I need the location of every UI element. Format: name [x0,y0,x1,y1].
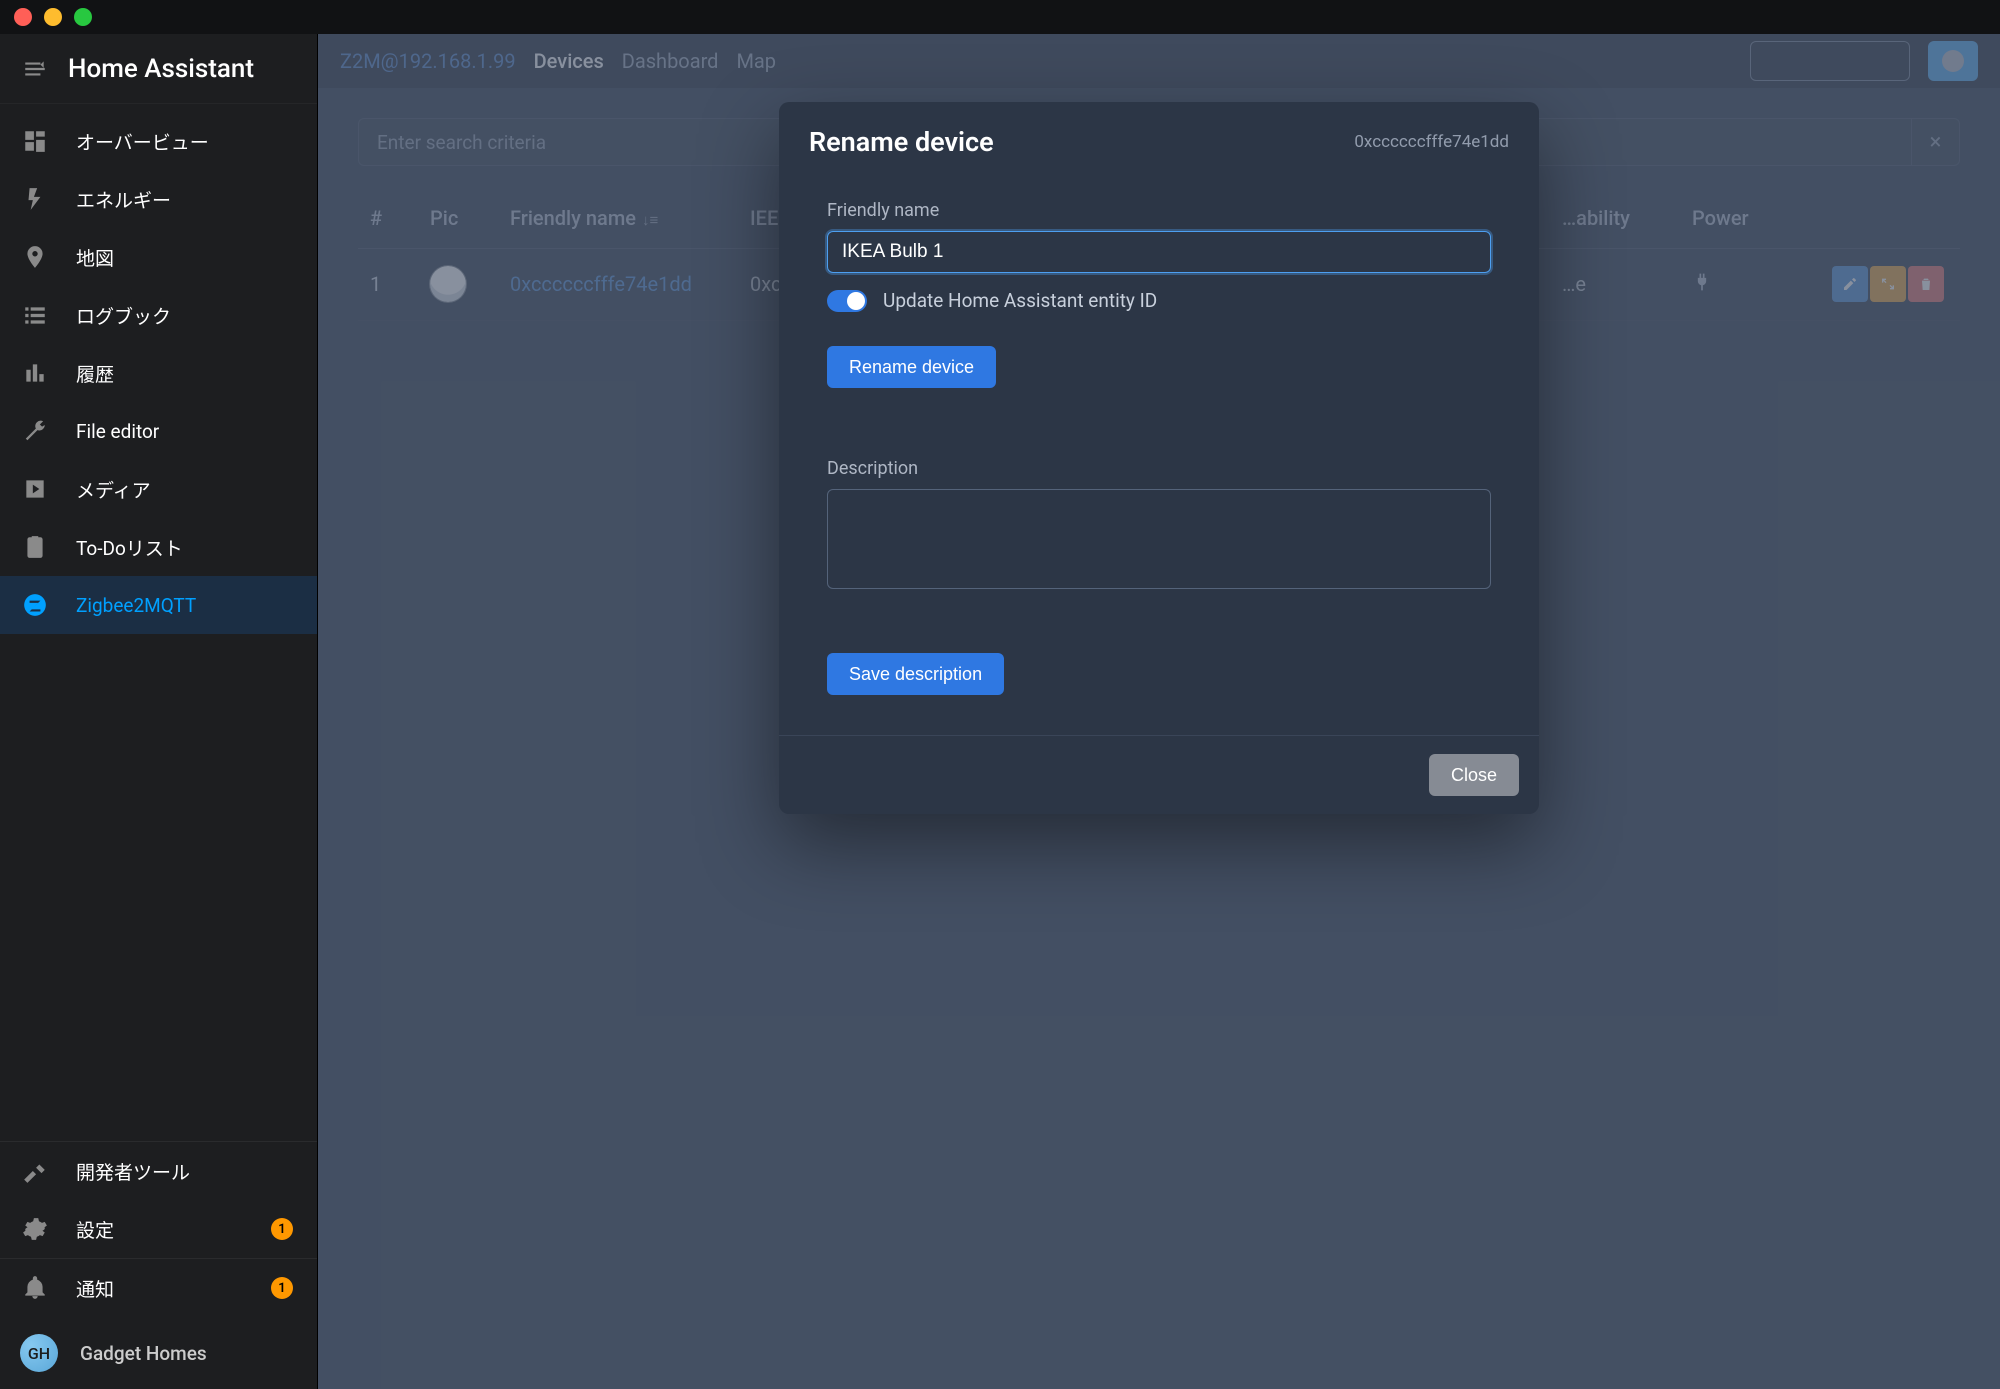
sidebar-item-history[interactable]: 履歴 [0,344,317,402]
avatar: GH [20,1334,58,1372]
main: Z2M@192.168.1.99 Devices Dashboard Map E… [318,34,2000,1389]
sidebar-user[interactable]: GH Gadget Homes [0,1317,317,1389]
play-icon [22,476,48,502]
clipboard-icon [22,534,48,560]
sidebar-item-label: File editor [76,420,159,443]
sidebar-item-todo[interactable]: To-Doリスト [0,518,317,576]
menu-icon[interactable] [22,56,48,82]
minimize-window-icon[interactable] [44,8,62,26]
close-window-icon[interactable] [14,8,32,26]
friendly-name-input[interactable] [827,231,1491,273]
list-icon [22,302,48,328]
settings-badge: 1 [271,1218,293,1240]
sidebar-item-z2m[interactable]: Zigbee2MQTT [0,576,317,634]
sidebar-item-label: 設定 [76,1216,114,1243]
sidebar-item-notify[interactable]: 通知 1 [0,1259,317,1317]
wrench-icon [22,418,48,444]
friendly-name-label: Friendly name [827,200,1491,221]
sidebar-item-label: エネルギー [76,186,171,213]
description-label: Description [827,458,1491,479]
sidebar-item-label: ログブック [76,302,171,329]
sidebar-item-overview[interactable]: オーバービュー [0,112,317,170]
app-title: Home Assistant [68,54,254,84]
sidebar-item-label: 開発者ツール [76,1158,190,1185]
sidebar-header: Home Assistant [0,34,317,104]
sidebar-item-media[interactable]: メディア [0,460,317,518]
update-entity-toggle[interactable] [827,290,867,312]
rename-device-button[interactable]: Rename device [827,346,996,388]
sidebar-item-label: To-Doリスト [76,534,183,561]
modal-device-id: 0xccccccfffe74e1dd [1354,132,1509,152]
rename-device-modal: Rename device 0xccccccfffe74e1dd Friendl… [779,102,1539,814]
sidebar-item-label: オーバービュー [76,128,209,155]
gear-icon [22,1216,48,1242]
sidebar-item-label: 地図 [76,244,114,271]
chart-icon [22,360,48,386]
sidebar-item-map[interactable]: 地図 [0,228,317,286]
maximize-window-icon[interactable] [74,8,92,26]
sidebar-item-settings[interactable]: 設定 1 [0,1200,317,1258]
map-icon [22,244,48,270]
sidebar-item-energy[interactable]: エネルギー [0,170,317,228]
sidebar: Home Assistant オーバービュー エネルギー 地図 ログブック [0,34,318,1389]
dashboard-icon [22,128,48,154]
sidebar-item-label: 履歴 [76,360,114,387]
window-titlebar [0,0,2000,34]
sidebar-item-label: 通知 [76,1275,114,1302]
sidebar-item-logbook[interactable]: ログブック [0,286,317,344]
hammer-icon [22,1158,48,1184]
save-description-button[interactable]: Save description [827,653,1004,695]
sidebar-item-devtools[interactable]: 開発者ツール [0,1142,317,1200]
update-entity-label: Update Home Assistant entity ID [883,289,1157,312]
description-textarea[interactable] [827,489,1491,589]
bolt-icon [22,186,48,212]
sidebar-item-label: メディア [76,476,151,503]
zigbee-icon [22,592,48,618]
sidebar-item-label: Zigbee2MQTT [76,594,196,617]
bell-icon [22,1275,48,1301]
user-name: Gadget Homes [80,1342,207,1365]
notify-badge: 1 [271,1277,293,1299]
modal-title: Rename device [809,126,994,158]
close-modal-button[interactable]: Close [1429,754,1519,796]
sidebar-item-file-editor[interactable]: File editor [0,402,317,460]
